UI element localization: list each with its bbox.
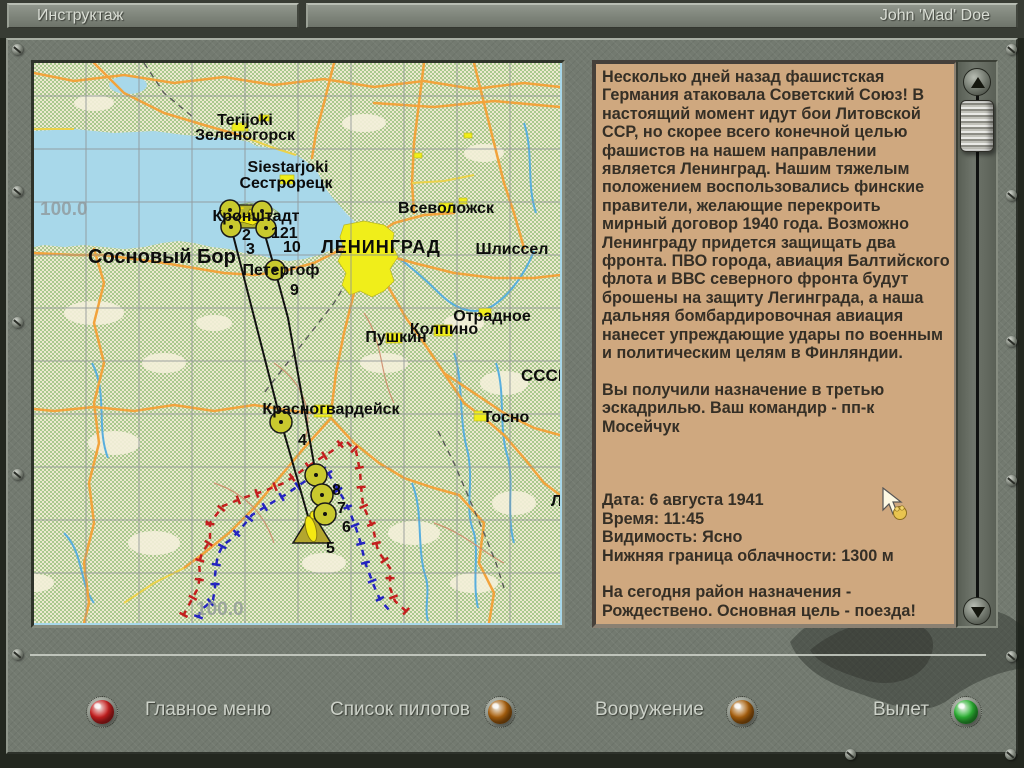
scroll-up-icon (971, 77, 985, 88)
svg-text:7: 7 (337, 500, 346, 517)
screw-icon (12, 186, 23, 197)
briefing-screen: { "title_bar": { "tab_label": "Инструкта… (0, 0, 1024, 768)
main-menu-light (90, 700, 114, 724)
scrollbar-thumb[interactable] (960, 100, 994, 152)
screw-icon (1006, 44, 1017, 55)
pilot-list-light (488, 700, 512, 724)
svg-text:Сестрорецк: Сестрорецк (239, 175, 333, 192)
main-menu-button[interactable] (78, 688, 126, 736)
svg-text:6: 6 (342, 519, 351, 536)
svg-text:Колпино: Колпино (410, 321, 478, 338)
screw-icon (1005, 749, 1016, 760)
svg-text:9: 9 (290, 282, 299, 299)
map-canvas: T 2 121 3 10 9 4 8 7 6 5 Terijoki Зелено… (34, 63, 560, 623)
tab-briefing-label: Инструктаж (37, 7, 123, 24)
screw-icon (12, 649, 23, 660)
screw-icon (845, 749, 856, 760)
footer-divider (30, 654, 986, 656)
svg-text:3: 3 (246, 241, 255, 258)
screw-icon (1006, 475, 1017, 486)
briefing-panel: Несколько дней назад фашистская Германия… (592, 60, 958, 628)
scroll-down-button[interactable] (963, 597, 991, 625)
screw-icon (1006, 336, 1017, 347)
screw-icon (1006, 190, 1017, 201)
scroll-up-button[interactable] (963, 68, 991, 96)
main-menu-label[interactable]: Главное меню (145, 699, 271, 721)
svg-text:Siestarjoki: Siestarjoki (248, 159, 329, 176)
briefing-text: Несколько дней назад фашистская Германия… (602, 68, 950, 620)
svg-text:Тосно: Тосно (483, 409, 530, 426)
svg-text:Петергоф: Петергоф (243, 262, 320, 279)
svg-text:Красногвардейск: Красногвардейск (262, 401, 400, 418)
armament-light (730, 700, 754, 724)
svg-text:Всеволожск: Всеволожск (398, 200, 495, 217)
svg-text:4: 4 (298, 432, 307, 449)
screw-icon (12, 44, 23, 55)
svg-text:Зеленогорск: Зеленогорск (195, 127, 296, 144)
screw-icon (12, 469, 23, 480)
pilot-list-button[interactable] (476, 688, 524, 736)
armament-button[interactable] (718, 688, 766, 736)
pilot-list-label[interactable]: Список пилотов (330, 699, 470, 721)
scrollbar-track[interactable] (976, 86, 979, 610)
fly-button[interactable] (942, 688, 990, 736)
fly-label[interactable]: Вылет (873, 699, 929, 721)
screw-icon (1006, 651, 1017, 662)
svg-text:Л: Л (551, 493, 560, 510)
svg-text:10: 10 (283, 239, 301, 256)
mission-map[interactable]: T 2 121 3 10 9 4 8 7 6 5 Terijoki Зелено… (31, 60, 565, 628)
tab-briefing[interactable]: Инструктаж (7, 3, 299, 28)
map-scale-label: 100.0 (40, 199, 88, 220)
armament-label[interactable]: Вооружение (595, 699, 704, 721)
pilot-name-bar: John 'Mad' Doe (306, 3, 1018, 28)
screw-icon (12, 317, 23, 328)
pilot-name: John 'Mad' Doe (880, 7, 990, 24)
svg-text:Сосновый Бор: Сосновый Бор (88, 246, 236, 268)
country-label: СССР (521, 366, 560, 385)
svg-text:Кронштадт: Кронштадт (212, 208, 299, 225)
title-bar: Инструктаж John 'Mad' Doe (0, 0, 1024, 38)
svg-text:5: 5 (326, 540, 335, 557)
map-scale-label: 100.0 (196, 599, 244, 620)
fly-light (954, 700, 978, 724)
svg-text:ЛЕНИНГРАД: ЛЕНИНГРАД (321, 237, 441, 257)
scroll-down-icon (971, 607, 985, 618)
svg-text:8: 8 (332, 482, 341, 499)
svg-text:Шлиссел: Шлиссел (476, 241, 549, 258)
briefing-scrollbar[interactable] (956, 60, 998, 628)
